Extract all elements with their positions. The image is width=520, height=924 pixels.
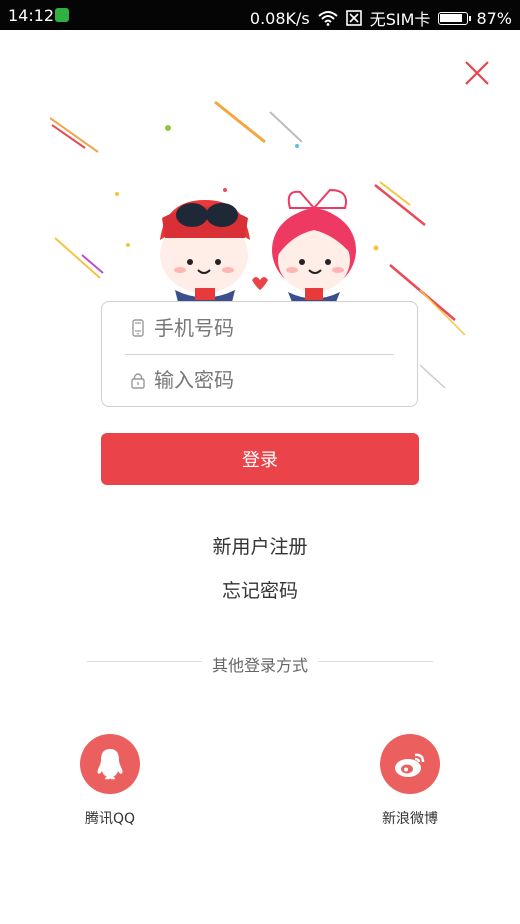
- close-button[interactable]: [462, 58, 492, 88]
- heart-icon: [252, 277, 268, 290]
- close-icon: [465, 61, 489, 85]
- girl-mascot: [272, 188, 356, 302]
- password-input[interactable]: [154, 368, 384, 392]
- qq-login-button[interactable]: 腾讯QQ: [65, 734, 155, 828]
- notification-app-icon: [55, 8, 69, 22]
- phone-input[interactable]: [154, 316, 384, 340]
- battery-percent: 87%: [476, 8, 512, 28]
- status-time: 14:12: [8, 6, 55, 25]
- weibo-icon-circle: [380, 734, 440, 794]
- qq-login-label: 腾讯QQ: [84, 811, 136, 827]
- register-link[interactable]: 新用户注册: [0, 532, 520, 559]
- status-right: 0.08K/s 无SIM卡 87%: [250, 6, 512, 30]
- status-bar: 14:12 0.08K/s 无SIM卡 87%: [0, 0, 520, 30]
- wifi-icon: [318, 10, 338, 26]
- forgot-password-link[interactable]: 忘记密码: [0, 576, 520, 603]
- phone-field: [102, 302, 417, 354]
- phone-icon: [132, 319, 144, 337]
- weibo-login-label: 新浪微博: [382, 811, 438, 827]
- login-form: [101, 301, 418, 407]
- password-field: [102, 354, 417, 406]
- sim-status: 无SIM卡: [369, 10, 431, 29]
- battery-fill: [440, 13, 463, 22]
- no-sim-icon: [345, 10, 362, 26]
- divider-right: [318, 661, 433, 662]
- boy-mascot: [160, 200, 250, 302]
- battery-icon: [438, 11, 472, 25]
- other-login-label: 其他登录方式: [211, 656, 308, 675]
- qq-icon: [97, 749, 123, 780]
- qq-icon-circle: [80, 734, 140, 794]
- weibo-icon: [395, 753, 425, 777]
- weibo-login-button[interactable]: 新浪微博: [365, 734, 455, 828]
- lock-icon: [131, 373, 145, 389]
- network-speed: 0.08K/s: [249, 8, 310, 28]
- login-button[interactable]: 登录: [101, 433, 419, 485]
